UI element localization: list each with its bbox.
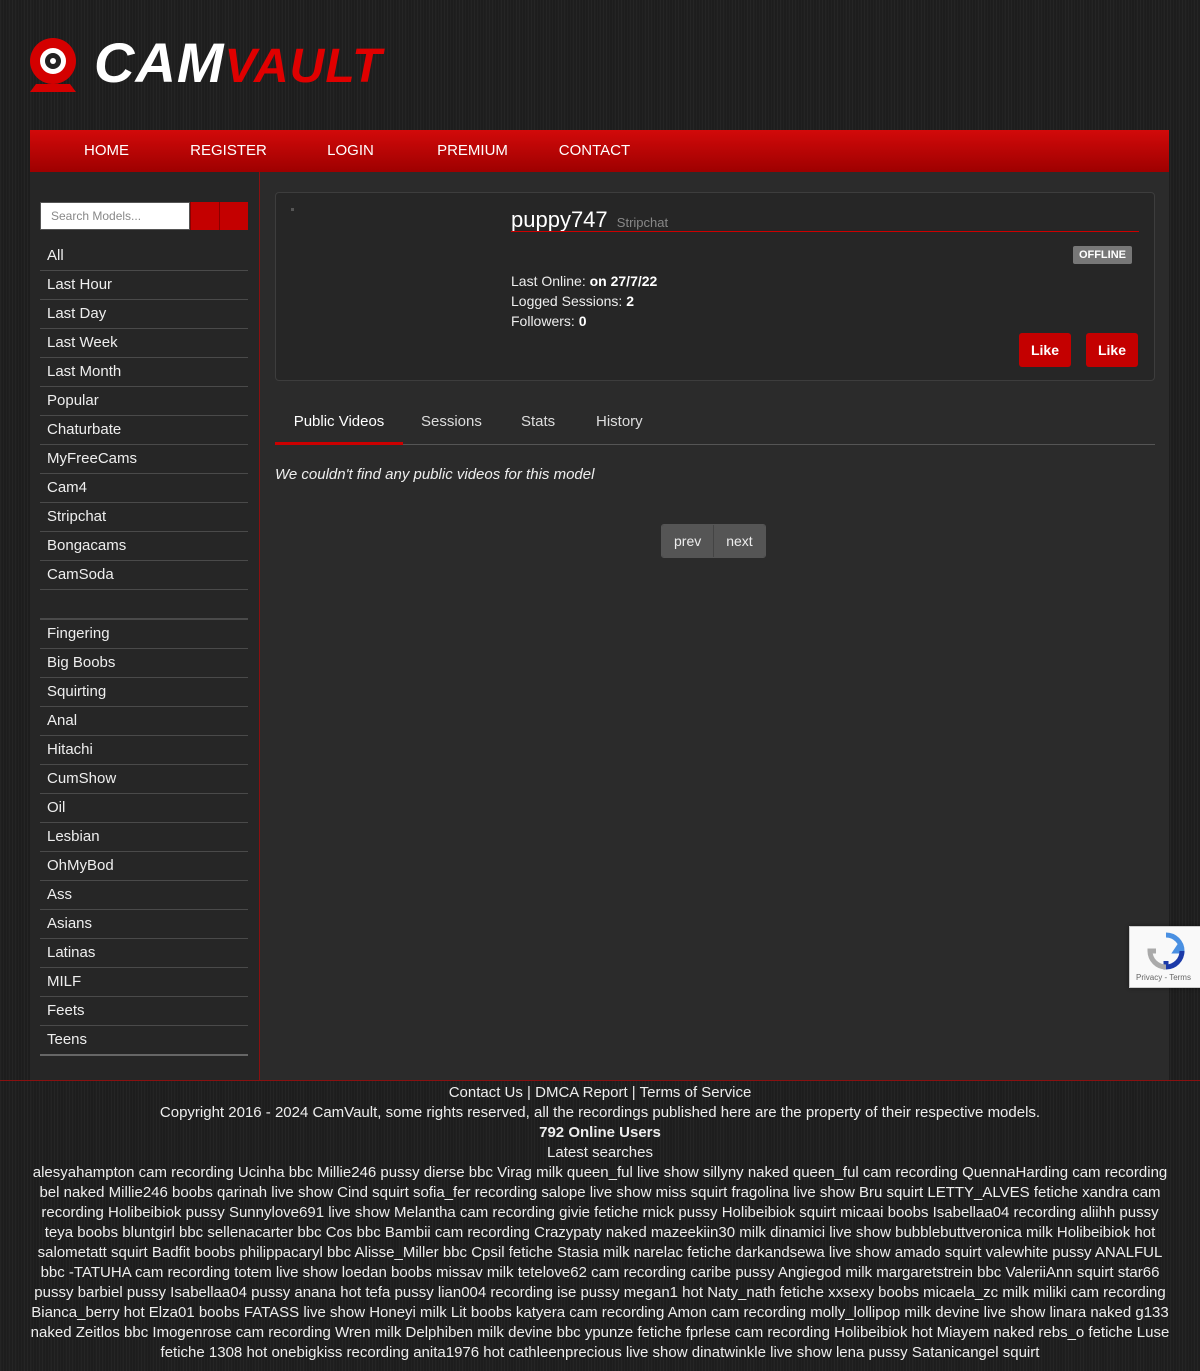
tab-public-videos[interactable]: Public Videos bbox=[275, 402, 403, 445]
model-name: puppy747 bbox=[511, 207, 608, 232]
copyright: Copyright 2016 - 2024 CamVault, some rig… bbox=[159, 1104, 1041, 1121]
model-profile-card: puppy747 Stripchat OFFLINE Last Online: … bbox=[275, 192, 1155, 381]
sidebar-item-bongacams[interactable]: Bongacams bbox=[40, 532, 248, 561]
sidebar-item-feets[interactable]: Feets bbox=[40, 997, 248, 1026]
prev-button[interactable]: prev bbox=[662, 525, 714, 557]
sidebar-item-asians[interactable]: Asians bbox=[40, 910, 248, 939]
dislike-button[interactable]: Like bbox=[1085, 333, 1138, 367]
model-site[interactable]: Stripchat bbox=[617, 215, 668, 230]
followers: Followers: 0 bbox=[511, 313, 586, 329]
page-container: Search Models... All Last Hour Last Day … bbox=[30, 172, 1169, 1080]
site-logo[interactable]: CAMVAULT bbox=[28, 34, 382, 96]
nav-register[interactable]: REGISTER bbox=[183, 130, 274, 172]
sidebar-item-teens[interactable]: Teens bbox=[40, 1026, 248, 1056]
last-online-label: Last Online: bbox=[511, 273, 590, 289]
sidebar-item-hitachi[interactable]: Hitachi bbox=[40, 736, 248, 765]
followers-label: Followers: bbox=[511, 313, 579, 329]
sidebar-item-lesbian[interactable]: Lesbian bbox=[40, 823, 248, 852]
sidebar-item-anal[interactable]: Anal bbox=[40, 707, 248, 736]
logo-text-vault: VAULT bbox=[224, 40, 383, 93]
nav-login[interactable]: LOGIN bbox=[274, 130, 427, 172]
main-navbar: HOME REGISTER LOGIN PREMIUM CONTACT bbox=[30, 130, 1169, 172]
footer: Contact Us | DMCA Report | Terms of Serv… bbox=[0, 1080, 1200, 1363]
logo-text-cam: CAM bbox=[94, 31, 225, 94]
sidebar-item-chaturbate[interactable]: Chaturbate bbox=[40, 416, 248, 445]
category-list: Fingering Big Boobs Squirting Anal Hitac… bbox=[40, 619, 248, 1056]
latest-searches-list[interactable]: alesyahampton cam recording Ucinha bbc M… bbox=[0, 1163, 1200, 1363]
sidebar-item-popular[interactable]: Popular bbox=[40, 387, 248, 416]
nav-home[interactable]: HOME bbox=[30, 130, 183, 172]
footer-links[interactable]: Contact Us | DMCA Report | Terms of Serv… bbox=[0, 1083, 1200, 1103]
tab-sessions[interactable]: Sessions bbox=[421, 402, 482, 442]
last-online: Last Online: on 27/7/22 bbox=[511, 273, 657, 289]
sidebar-item-all[interactable]: All bbox=[40, 242, 248, 271]
pagination: prev next bbox=[661, 524, 766, 558]
sidebar-item-milf[interactable]: MILF bbox=[40, 968, 248, 997]
search-form: Search Models... bbox=[40, 202, 248, 230]
sidebar-item-last-day[interactable]: Last Day bbox=[40, 300, 248, 329]
sidebar-item-cam4[interactable]: Cam4 bbox=[40, 474, 248, 503]
sidebar-item-latinas[interactable]: Latinas bbox=[40, 939, 248, 968]
sidebar-item-cumshow[interactable]: CumShow bbox=[40, 765, 248, 794]
sidebar-item-big-boobs[interactable]: Big Boobs bbox=[40, 649, 248, 678]
name-divider bbox=[511, 231, 1139, 232]
last-online-value: on 27/7/22 bbox=[589, 273, 658, 289]
nav-premium[interactable]: PREMIUM bbox=[427, 130, 518, 172]
sidebar-item-oil[interactable]: Oil bbox=[40, 794, 248, 823]
model-name-heading: puppy747 Stripchat bbox=[511, 207, 668, 233]
nav-contact[interactable]: CONTACT bbox=[518, 130, 671, 172]
status-badge: OFFLINE bbox=[1072, 246, 1132, 264]
sidebar-item-fingering[interactable]: Fingering bbox=[40, 620, 248, 649]
sidebar-item-myfreecams[interactable]: MyFreeCams bbox=[40, 445, 248, 474]
next-button[interactable]: next bbox=[713, 525, 765, 557]
logged-sessions: Logged Sessions: 2 bbox=[511, 293, 634, 309]
sidebar-item-last-week[interactable]: Last Week bbox=[40, 329, 248, 358]
followers-value: 0 bbox=[578, 313, 587, 329]
sidebar-item-last-month[interactable]: Last Month bbox=[40, 358, 248, 387]
random-model-button[interactable] bbox=[219, 202, 248, 230]
tab-history[interactable]: History bbox=[596, 402, 643, 442]
webcam-icon bbox=[28, 36, 78, 94]
filter-list: All Last Hour Last Day Last Week Last Mo… bbox=[40, 242, 248, 619]
like-button[interactable]: Like bbox=[1018, 333, 1071, 367]
sidebar-item-camsoda[interactable]: CamSoda bbox=[40, 561, 248, 590]
latest-searches-heading: Latest searches bbox=[547, 1144, 653, 1161]
recaptcha-icon bbox=[1147, 932, 1185, 970]
sidebar-item-squirting[interactable]: Squirting bbox=[40, 678, 248, 707]
sidebar-item-stripchat[interactable]: Stripchat bbox=[40, 503, 248, 532]
search-input[interactable]: Search Models... bbox=[40, 202, 190, 230]
tab-stats[interactable]: Stats bbox=[521, 402, 555, 442]
sidebar-item-ass[interactable]: Ass bbox=[40, 881, 248, 910]
model-thumbnail bbox=[291, 208, 294, 211]
recaptcha-label[interactable]: Privacy - Terms bbox=[1136, 973, 1191, 982]
content-tabs: Public Videos Sessions Stats History bbox=[275, 402, 1155, 445]
sidebar-spacer bbox=[40, 590, 248, 619]
recaptcha-badge[interactable]: Privacy - Terms bbox=[1129, 926, 1200, 988]
sessions-label: Logged Sessions: bbox=[511, 293, 627, 309]
sidebar-item-last-hour[interactable]: Last Hour bbox=[40, 271, 248, 300]
sidebar-item-ohmybod[interactable]: OhMyBod bbox=[40, 852, 248, 881]
empty-videos-message: We couldn't find any public videos for t… bbox=[275, 466, 595, 483]
online-users: 792 Online Users bbox=[539, 1124, 661, 1141]
logo-text: CAMVAULT bbox=[94, 34, 382, 96]
search-icon[interactable] bbox=[190, 202, 219, 230]
sessions-value: 2 bbox=[626, 293, 634, 309]
sidebar: Search Models... All Last Hour Last Day … bbox=[30, 172, 260, 1080]
